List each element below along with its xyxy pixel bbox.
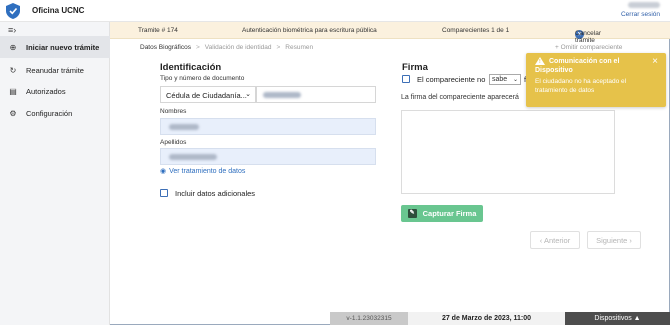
eye-icon: ◉ bbox=[160, 168, 167, 175]
sidebar-item-label: Reanudar trámite bbox=[26, 65, 84, 75]
step-biographic: Datos Biográficos bbox=[140, 44, 191, 51]
document-type-value: Cédula de Ciudadanía... bbox=[166, 91, 247, 100]
shield-logo-icon bbox=[6, 3, 20, 19]
step-separator: > bbox=[195, 44, 200, 51]
step-summary: Resumen bbox=[285, 44, 314, 51]
step-separator: > bbox=[276, 44, 281, 51]
names-input[interactable] bbox=[160, 118, 376, 135]
surnames-input[interactable] bbox=[160, 148, 376, 165]
sidebar: ≡› ⊕ Iniciar nuevo trámite ↻ Reanudar tr… bbox=[0, 22, 110, 325]
gear-icon: ⚙ bbox=[9, 108, 17, 118]
app-title: Oficina UCNC bbox=[32, 6, 85, 15]
version-label: v-1.1.23032315 bbox=[330, 312, 408, 325]
menu-collapse-icon[interactable]: ≡› bbox=[8, 26, 18, 35]
sign-reason-value: sabe bbox=[492, 76, 508, 83]
top-bar: Oficina UCNC Cerrar sesión bbox=[0, 0, 670, 22]
document-label: Tipo y número de documento bbox=[160, 75, 245, 82]
cannot-sign-checkbox[interactable] bbox=[402, 75, 410, 83]
additional-data-checkbox[interactable] bbox=[160, 189, 168, 197]
procedure-bar: Tramite # 174 Autenticación biométrica p… bbox=[110, 22, 670, 44]
refresh-icon: ↻ bbox=[9, 65, 17, 75]
document-icon: ▤ bbox=[9, 86, 17, 96]
signature-pad bbox=[401, 110, 615, 194]
pen-icon: ✎ bbox=[407, 209, 417, 218]
sidebar-item-configuracion[interactable]: ⚙ Configuración bbox=[0, 102, 110, 124]
identification-title: Identificación bbox=[160, 62, 222, 73]
plus-circle-icon: ⊕ bbox=[9, 42, 17, 52]
user-name bbox=[628, 2, 660, 8]
sidebar-item-label: Configuración bbox=[26, 108, 73, 118]
procedure-counter: Comparecientes 1 de 1 bbox=[442, 27, 510, 34]
previous-button[interactable]: ‹ Anterior bbox=[530, 231, 580, 249]
footer: v-1.1.23032315 27 de Marzo de 2023, 11:0… bbox=[330, 312, 670, 325]
sidebar-item-label: Autorizados bbox=[26, 86, 66, 96]
additional-data-label: Incluir datos adicionales bbox=[175, 189, 256, 198]
chevron-down-icon: ⌄ bbox=[512, 77, 518, 83]
sidebar-item-iniciar[interactable]: ⊕ Iniciar nuevo trámite bbox=[0, 36, 110, 58]
sign-reason-select[interactable]: sabe ⌄ bbox=[489, 74, 521, 85]
redacted-value bbox=[263, 92, 301, 98]
cancel-procedure-label: Cancelar trámite bbox=[575, 30, 602, 44]
data-treatment-label: Ver tratamiento de datos bbox=[169, 167, 246, 175]
sidebar-item-reanudar[interactable]: ↻ Reanudar trámite bbox=[0, 59, 110, 81]
sidebar-item-autorizados[interactable]: ▤ Autorizados bbox=[0, 80, 110, 102]
devices-toggle[interactable]: Dispositivos ▲ bbox=[565, 312, 670, 325]
device-notification: ! Comunicación con el Dispositivo El ciu… bbox=[526, 53, 666, 107]
cannot-sign-label: El compareciente no bbox=[417, 75, 486, 84]
redacted-value bbox=[169, 124, 199, 130]
logout-link[interactable]: Cerrar sesión bbox=[621, 11, 660, 18]
data-treatment-link[interactable]: ◉ Ver tratamiento de datos bbox=[160, 167, 246, 176]
surnames-label: Apellidos bbox=[160, 139, 187, 146]
procedure-description: Autenticación biométrica para escritura … bbox=[242, 27, 377, 34]
redacted-value bbox=[169, 154, 217, 160]
chevron-down-icon: ⌄ bbox=[245, 91, 251, 98]
next-button[interactable]: Siguiente › bbox=[587, 231, 641, 249]
sidebar-item-label: Iniciar nuevo trámite bbox=[26, 42, 100, 52]
step-breadcrumb: Datos Biográficos > Validación de identi… bbox=[140, 44, 313, 51]
capture-signature-label: Capturar Firma bbox=[422, 209, 477, 218]
notification-body: El ciudadano no ha aceptado el tratamien… bbox=[535, 78, 627, 94]
document-number-input[interactable] bbox=[256, 86, 376, 103]
date-label: 27 de Marzo de 2023, 11:00 bbox=[408, 312, 565, 325]
procedure-id: Tramite # 174 bbox=[138, 27, 178, 34]
capture-signature-button[interactable]: ✎ Capturar Firma bbox=[401, 205, 483, 222]
notification-title: Comunicación con el Dispositivo bbox=[535, 58, 620, 74]
names-label: Nombres bbox=[160, 108, 187, 115]
skip-participant-link[interactable]: + Omitir compareciente bbox=[555, 44, 622, 51]
signature-info-text: La firma del compareciente aparecerá bbox=[401, 94, 519, 101]
close-icon[interactable]: × bbox=[652, 56, 658, 67]
signature-title: Firma bbox=[402, 62, 428, 73]
document-type-select[interactable]: Cédula de Ciudadanía... ⌄ bbox=[160, 86, 256, 103]
step-identity: Validación de identidad bbox=[204, 44, 272, 51]
